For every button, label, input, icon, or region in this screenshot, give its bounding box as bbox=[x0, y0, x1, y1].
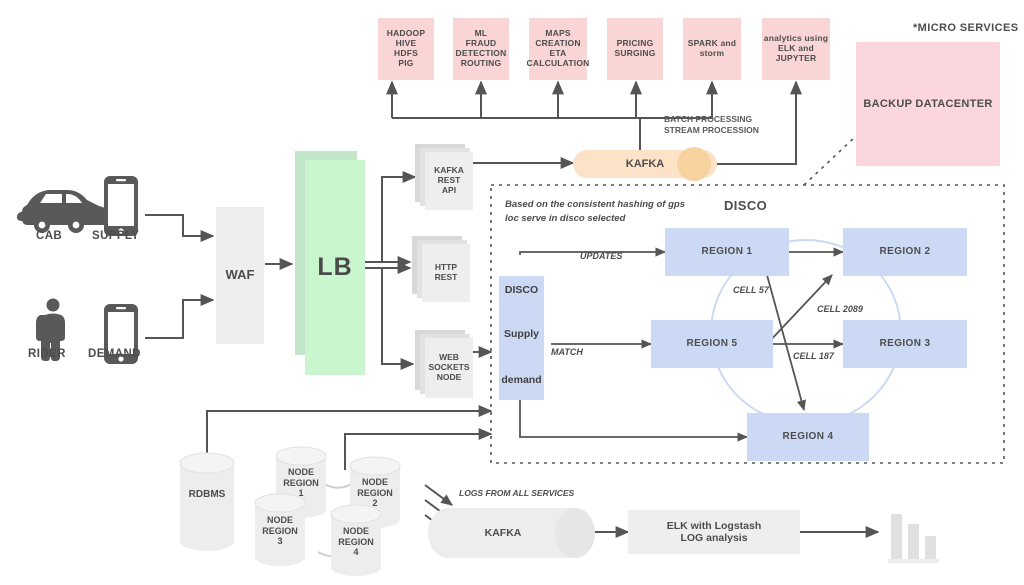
node-line: 2 bbox=[372, 498, 378, 509]
node-line: REGION bbox=[357, 487, 393, 498]
node-line: 4 bbox=[353, 547, 359, 558]
node-line: NODE bbox=[361, 477, 388, 488]
rdbms-label: RDBMS bbox=[188, 489, 226, 501]
node-region-3-label: NODE REGION 3 bbox=[255, 511, 305, 551]
kafka-logs-label: KAFKA bbox=[484, 526, 522, 539]
node-region-2-label: NODE REGION 2 bbox=[350, 473, 400, 513]
elk-box[interactable]: ELK with Logstash LOG analysis bbox=[628, 510, 800, 554]
logs-note: LOGS FROM ALL SERVICES bbox=[459, 488, 575, 498]
node-line: NODE bbox=[342, 526, 369, 537]
node-line: NODE bbox=[287, 467, 314, 478]
node-line: NODE bbox=[266, 515, 293, 526]
node-line: REGION bbox=[283, 477, 319, 488]
node-line: REGION bbox=[338, 536, 374, 547]
kafka-stream-label: KAFKA bbox=[625, 157, 665, 170]
node-line: REGION bbox=[262, 525, 298, 536]
node-line: 1 bbox=[298, 488, 304, 499]
elk-line1: ELK with Logstash bbox=[666, 519, 762, 532]
node-region-4-label: NODE REGION 4 bbox=[331, 522, 381, 562]
node-region-1-label: NODE REGION 1 bbox=[276, 463, 326, 503]
node-line: 3 bbox=[277, 536, 283, 547]
bar-chart-icon bbox=[888, 514, 939, 563]
elk-line2: LOG analysis bbox=[680, 532, 748, 544]
architecture-diagram: CAB SUPPLY RIDER DEMAND WAF LB KAFKA RES… bbox=[0, 0, 1024, 585]
